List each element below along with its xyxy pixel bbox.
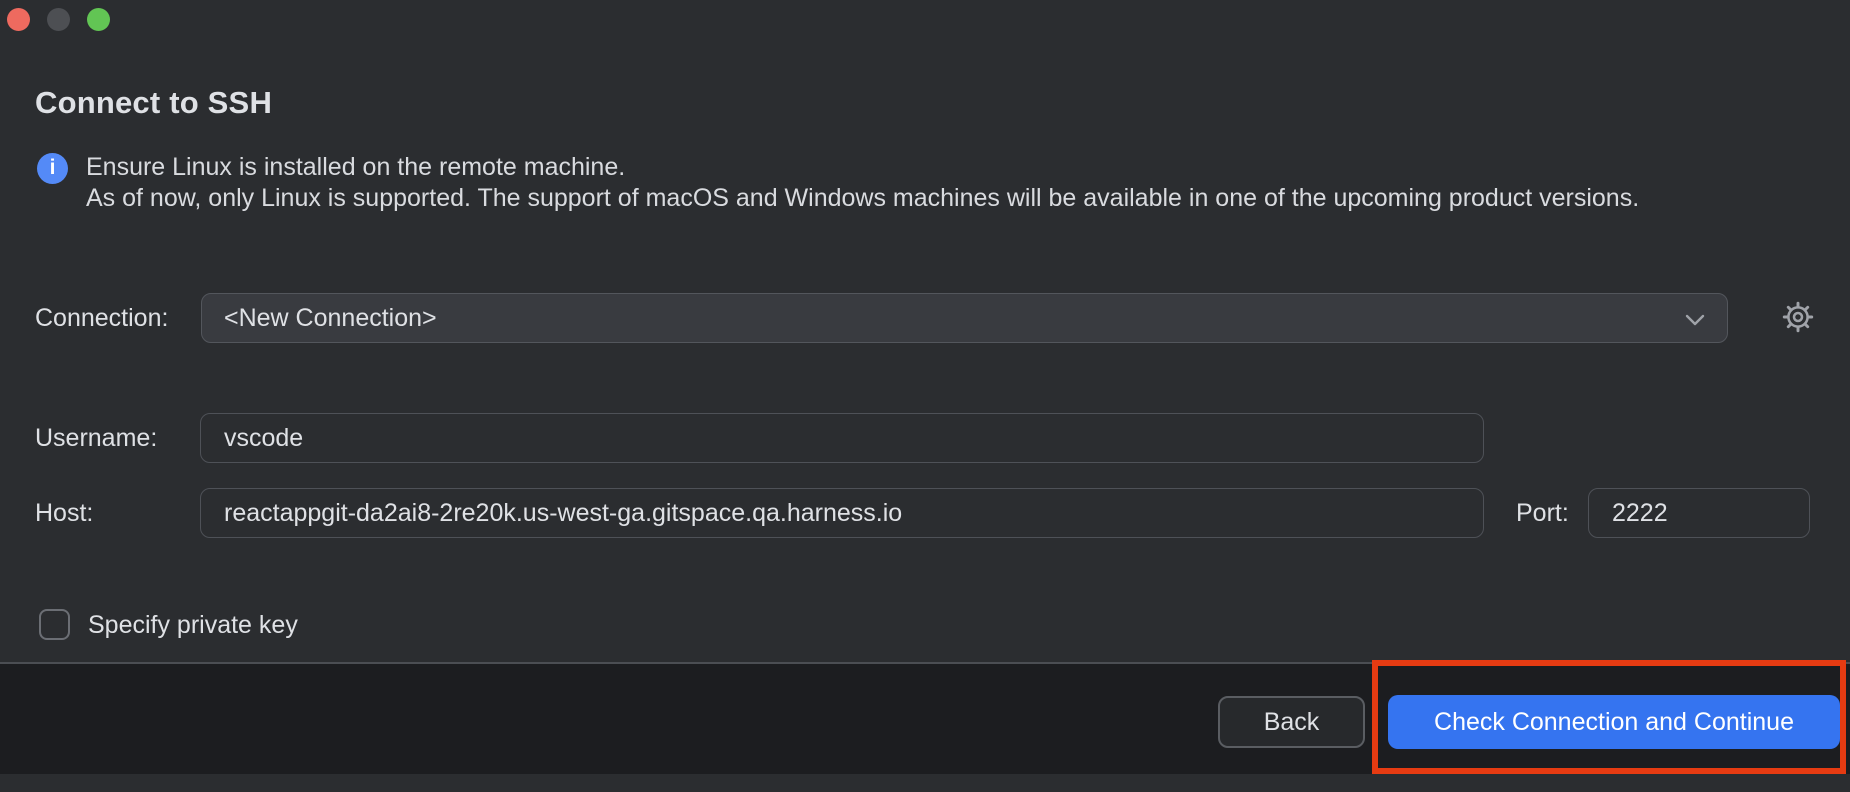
specify-private-key-label[interactable]: Specify private key bbox=[88, 610, 298, 641]
page-title: Connect to SSH bbox=[35, 85, 272, 121]
check-connection-and-continue-button[interactable]: Check Connection and Continue bbox=[1388, 695, 1840, 749]
connection-dropdown-value: <New Connection> bbox=[224, 304, 1685, 333]
info-message-line2: As of now, only Linux is supported. The … bbox=[86, 183, 1639, 214]
port-label: Port: bbox=[1516, 499, 1569, 528]
minimize-window-button[interactable] bbox=[47, 8, 70, 31]
zoom-window-button[interactable] bbox=[87, 8, 110, 31]
username-input[interactable] bbox=[200, 413, 1484, 463]
info-message: Ensure Linux is installed on the remote … bbox=[86, 152, 1639, 214]
gear-icon bbox=[1782, 301, 1814, 336]
close-window-button[interactable] bbox=[7, 8, 30, 31]
back-button[interactable]: Back bbox=[1218, 696, 1365, 748]
port-input[interactable] bbox=[1588, 488, 1810, 538]
specify-private-key-checkbox[interactable] bbox=[39, 609, 70, 640]
username-label: Username: bbox=[35, 424, 157, 453]
connection-dropdown[interactable]: <New Connection> bbox=[201, 293, 1728, 343]
connect-to-ssh-dialog: Connect to SSH i Ensure Linux is install… bbox=[0, 0, 1850, 792]
window-bottom-strip bbox=[0, 774, 1850, 792]
host-input[interactable] bbox=[200, 488, 1484, 538]
ssh-settings-button[interactable] bbox=[1779, 299, 1817, 337]
window-controls bbox=[7, 8, 110, 31]
chevron-down-icon bbox=[1685, 304, 1705, 333]
info-message-line1: Ensure Linux is installed on the remote … bbox=[86, 152, 1639, 183]
info-icon: i bbox=[37, 153, 68, 184]
host-label: Host: bbox=[35, 499, 93, 528]
connection-label: Connection: bbox=[35, 304, 168, 333]
